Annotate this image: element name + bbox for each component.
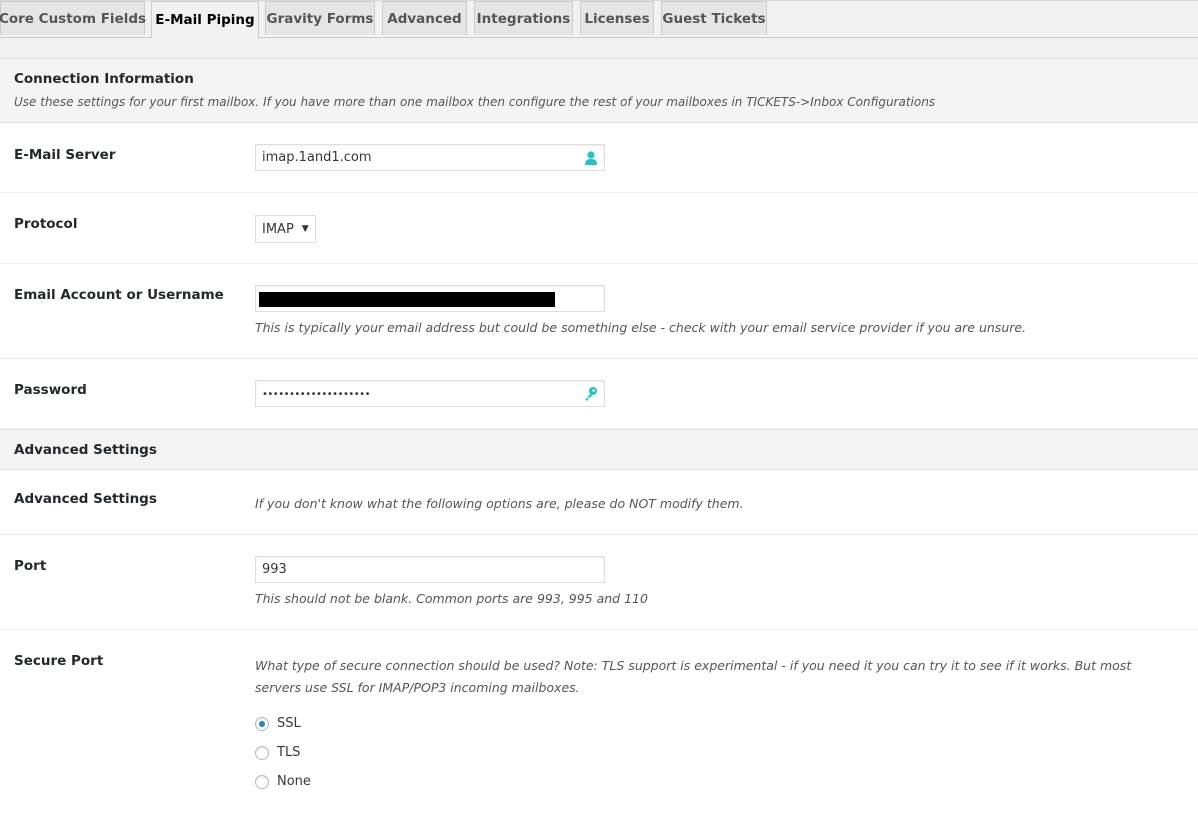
row-secure-port: Secure Port What type of secure connecti…	[0, 630, 1198, 830]
password-label: Password	[14, 382, 87, 398]
advanced-form: Advanced Settings If you don't know what…	[0, 470, 1198, 830]
password-value: ••••••••••••••••••••	[262, 389, 370, 400]
email-server-label: E-Mail Server	[14, 147, 116, 163]
tab-core-custom-fields[interactable]: Core Custom Fields	[0, 1, 146, 35]
port-help: This should not be blank. Common ports a…	[255, 591, 648, 606]
row-port: Port 993 This should not be blank. Commo…	[0, 535, 1198, 630]
tab-gravity-forms[interactable]: Gravity Forms	[265, 1, 375, 35]
protocol-selected-value: IMAP	[262, 221, 294, 237]
tab-licenses[interactable]: Licenses	[580, 1, 654, 35]
advanced-section-header: Advanced Settings	[0, 429, 1198, 470]
tab-advanced[interactable]: Advanced	[382, 1, 467, 35]
key-icon	[585, 387, 597, 401]
tab-integrations[interactable]: Integrations	[474, 1, 573, 35]
radio-label-ssl: SSL	[277, 716, 301, 731]
protocol-select[interactable]: IMAP ▼	[255, 215, 316, 243]
radio-option-none[interactable]: None	[255, 767, 1165, 796]
radio-option-ssl[interactable]: SSL	[255, 709, 1165, 738]
settings-tab-bar: Core Custom Fields E-Mail Piping Gravity…	[0, 0, 1198, 38]
row-advanced-note: Advanced Settings If you don't know what…	[0, 470, 1198, 535]
connection-section-header: Connection Information Use these setting…	[0, 59, 1198, 123]
radio-option-tls[interactable]: TLS	[255, 738, 1165, 767]
username-label: Email Account or Username	[14, 287, 224, 303]
username-input[interactable]	[255, 285, 605, 312]
radio-button-none[interactable]	[255, 774, 269, 789]
email-server-value: imap.1and1.com	[262, 150, 372, 165]
row-protocol: Protocol IMAP ▼	[0, 193, 1198, 264]
chevron-down-icon: ▼	[301, 224, 309, 234]
radio-label-none: None	[277, 774, 311, 789]
radio-label-tls: TLS	[277, 745, 301, 760]
connection-section-title: Connection Information	[14, 71, 194, 87]
port-input[interactable]: 993	[255, 556, 605, 583]
secure-port-label: Secure Port	[14, 653, 104, 669]
advanced-note-help: If you don't know what the following opt…	[255, 496, 744, 511]
tab-email-piping[interactable]: E-Mail Piping	[151, 1, 259, 38]
tab-spacer	[0, 38, 1198, 59]
secure-port-help: What type of secure connection should be…	[255, 658, 1132, 695]
advanced-note-label: Advanced Settings	[14, 491, 157, 507]
tab-guest-tickets[interactable]: Guest Tickets	[661, 1, 767, 35]
redacted-value	[259, 292, 555, 307]
row-username: Email Account or Username This is typica…	[0, 264, 1198, 359]
secure-port-radio-group: SSL TLS None	[255, 709, 1165, 796]
settings-form: E-Mail Server imap.1and1.com Protocol IM…	[0, 123, 1198, 429]
radio-button-ssl[interactable]	[255, 716, 269, 731]
user-icon	[585, 151, 597, 165]
row-email-server: E-Mail Server imap.1and1.com	[0, 123, 1198, 193]
advanced-section-title: Advanced Settings	[14, 442, 157, 458]
connection-section-description: Use these settings for your first mailbo…	[14, 95, 936, 109]
username-help: This is typically your email address but…	[255, 320, 1027, 335]
port-value: 993	[262, 562, 287, 577]
password-input[interactable]: ••••••••••••••••••••	[255, 380, 605, 407]
row-password: Password ••••••••••••••••••••	[0, 359, 1198, 429]
radio-button-tls[interactable]	[255, 745, 269, 760]
port-label: Port	[14, 558, 47, 574]
protocol-label: Protocol	[14, 216, 78, 232]
email-server-input[interactable]: imap.1and1.com	[255, 144, 605, 171]
